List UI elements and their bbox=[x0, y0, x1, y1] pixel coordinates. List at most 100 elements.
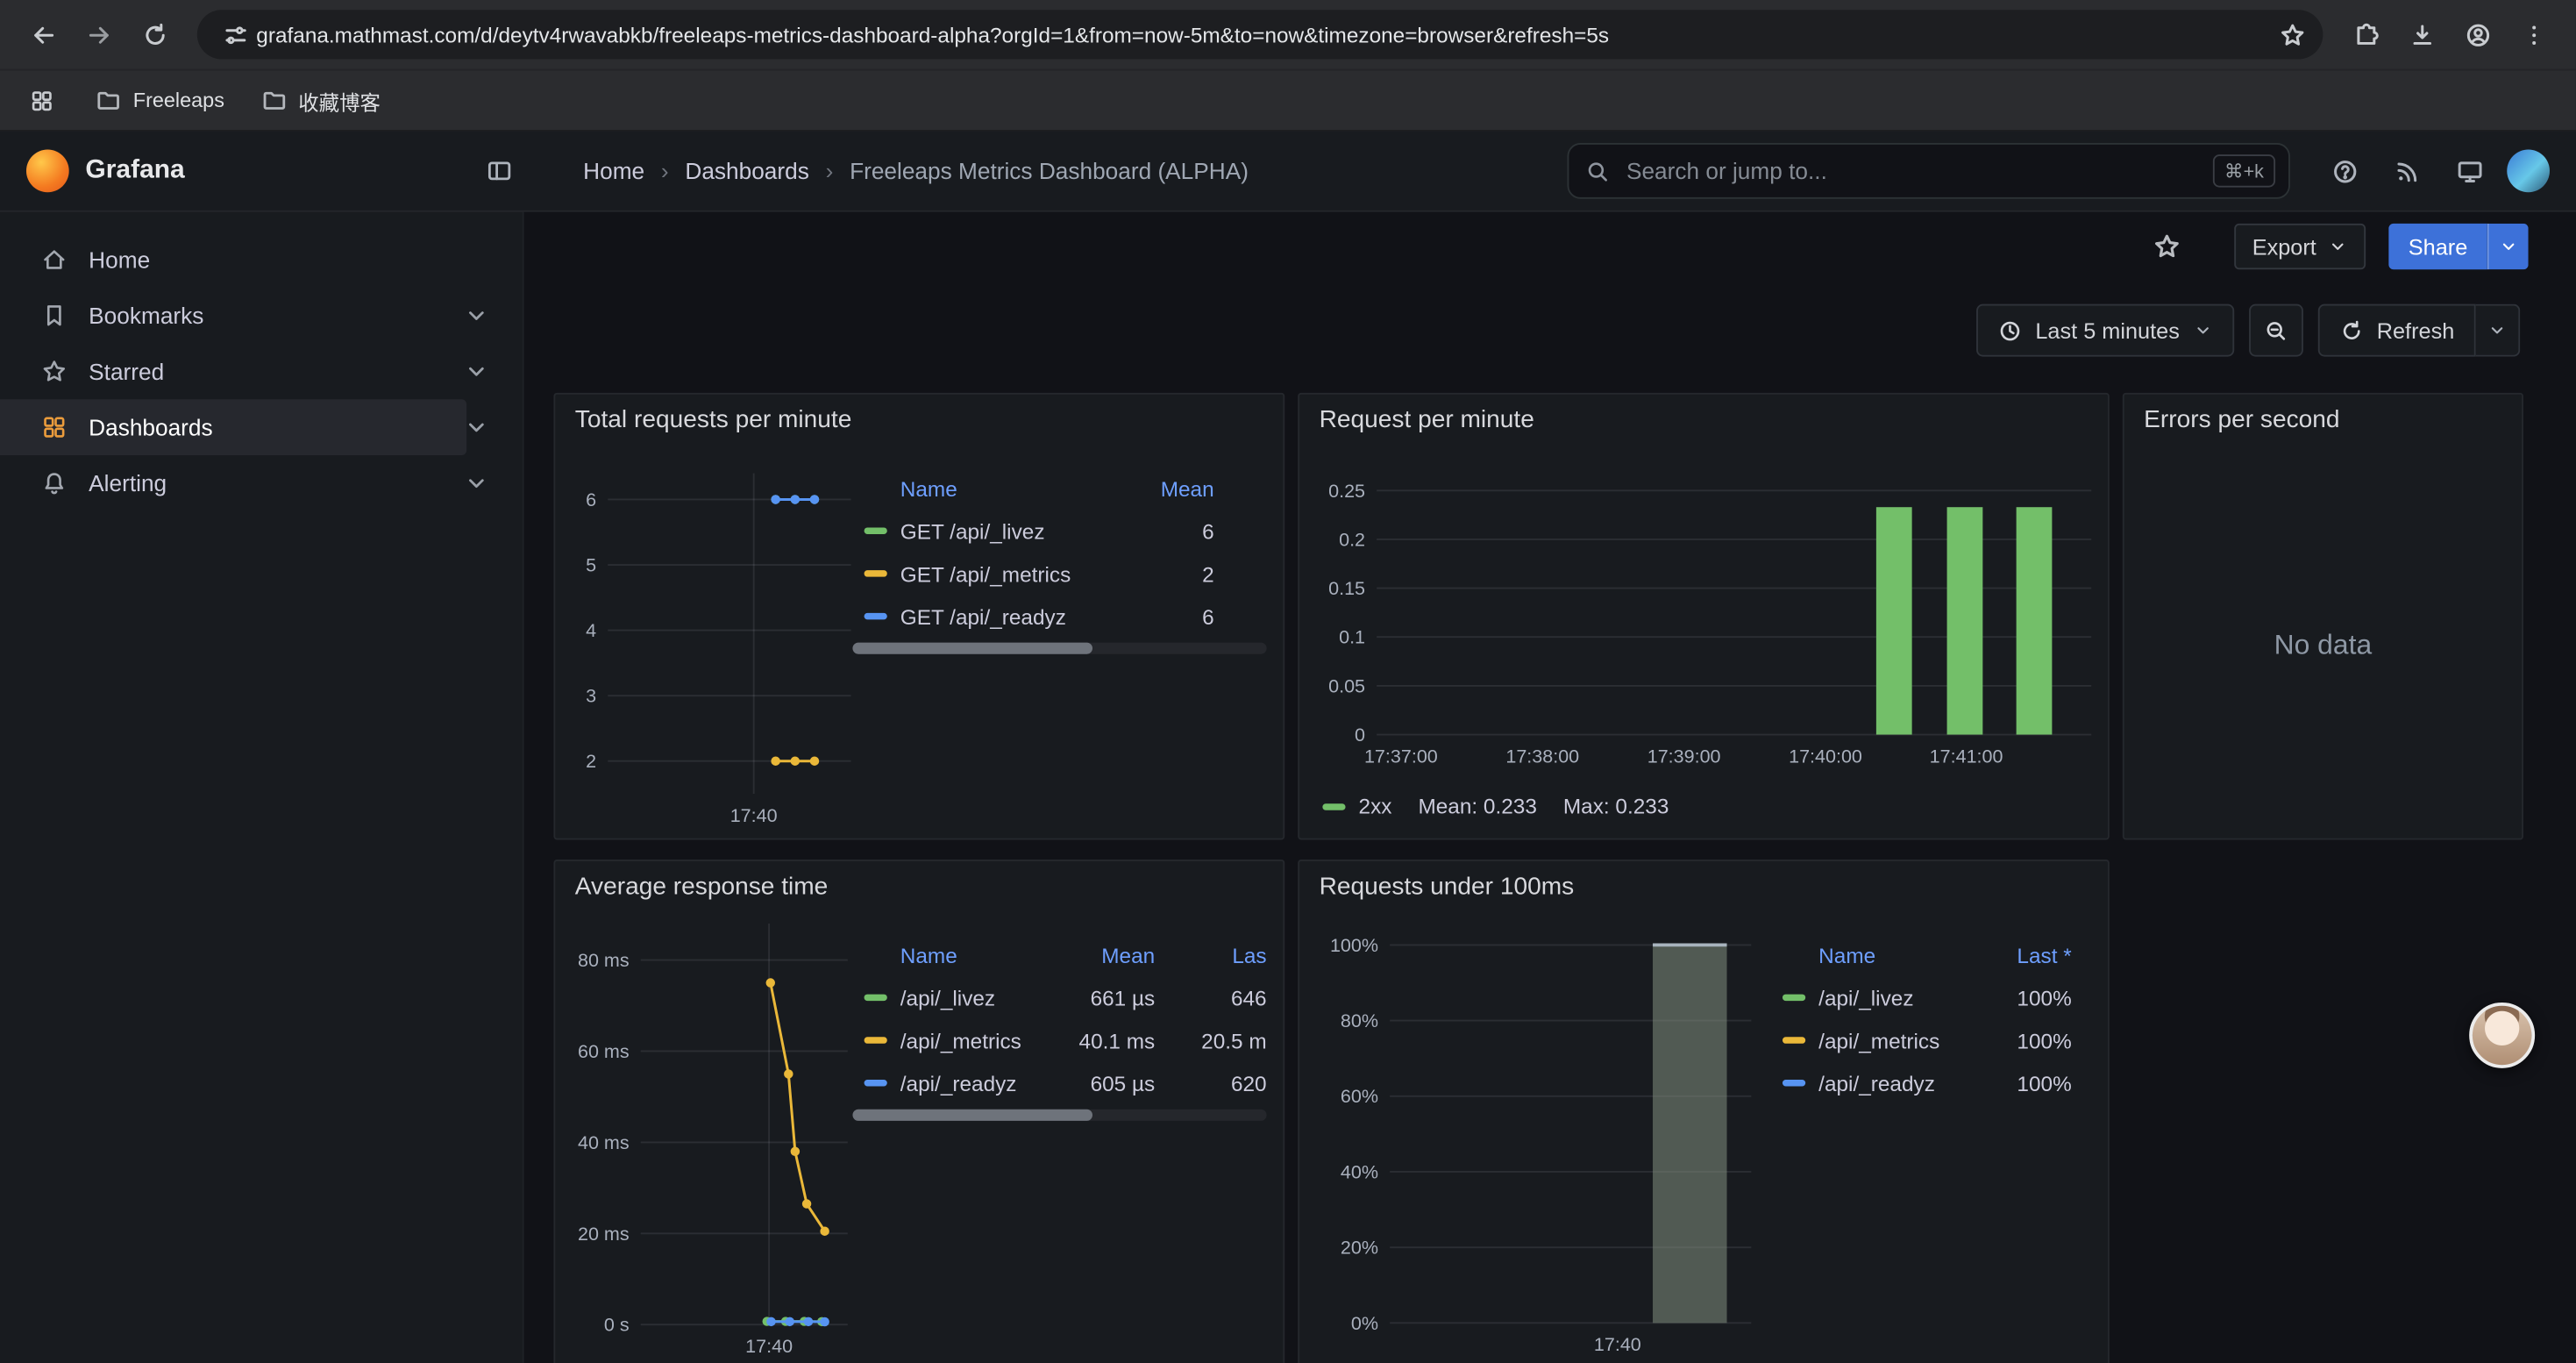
sidebar-item-dashboards[interactable]: Dashboards bbox=[0, 399, 523, 455]
breadcrumb-dashboards[interactable]: Dashboards bbox=[685, 158, 808, 184]
breadcrumb-home[interactable]: Home bbox=[583, 158, 644, 184]
breadcrumb-current: Freeleaps Metrics Dashboard (ALPHA) bbox=[850, 158, 1249, 184]
bookmark-folder-blogs[interactable]: 收藏博客 bbox=[260, 84, 381, 116]
legend-row[interactable]: /api/_livez661 µs646 bbox=[865, 976, 1267, 1019]
search-box[interactable]: ⌘+k bbox=[1568, 143, 2290, 199]
breadcrumb: Home › Dashboards › Freeleaps Metrics Da… bbox=[583, 158, 1249, 184]
series-color-dash bbox=[865, 613, 887, 619]
svg-text:80 ms: 80 ms bbox=[578, 950, 630, 971]
sidebar-item-alerting[interactable]: Alerting bbox=[0, 455, 523, 511]
chevron-down-icon[interactable] bbox=[463, 358, 489, 384]
legend-row[interactable]: /api/_metrics100% bbox=[1783, 1019, 2091, 1062]
legend-scrollbar[interactable] bbox=[852, 1110, 1266, 1121]
share-dropdown[interactable] bbox=[2487, 224, 2529, 269]
site-info-icon[interactable] bbox=[214, 13, 257, 56]
forward-button[interactable] bbox=[72, 8, 125, 61]
svg-text:60%: 60% bbox=[1341, 1086, 1378, 1107]
rss-icon[interactable] bbox=[2382, 146, 2431, 196]
chevron-down-icon bbox=[2193, 320, 2212, 339]
series-color-dash bbox=[865, 570, 887, 576]
legend-header[interactable]: Mean bbox=[1096, 475, 1267, 500]
floating-avatar[interactable] bbox=[2469, 1003, 2535, 1068]
svg-text:17:37:00: 17:37:00 bbox=[1364, 746, 1438, 767]
url-text: grafana.mathmast.com/d/deytv4rwavabkb/fr… bbox=[256, 22, 2270, 46]
svg-text:100%: 100% bbox=[1330, 935, 1378, 956]
svg-text:17:38:00: 17:38:00 bbox=[1505, 746, 1579, 767]
series-color-dash bbox=[865, 1037, 887, 1043]
sidebar-item-bookmarks[interactable]: Bookmarks bbox=[0, 288, 523, 344]
share-button[interactable]: Share bbox=[2388, 224, 2487, 269]
extensions-icon[interactable] bbox=[2339, 8, 2392, 61]
bookmark-folder-freeleaps[interactable]: Freeleaps bbox=[96, 87, 224, 113]
refresh-button[interactable]: Refresh bbox=[2317, 304, 2475, 357]
series-color-dash bbox=[1322, 803, 1345, 809]
bookmark-icon bbox=[41, 303, 68, 329]
svg-text:17:40:00: 17:40:00 bbox=[1789, 746, 1862, 767]
legend-row[interactable]: /api/_readyz605 µs620 bbox=[865, 1061, 1267, 1104]
series-color-dash bbox=[1783, 995, 1805, 1001]
series-name: /api/_metrics bbox=[900, 1028, 1024, 1053]
chevron-down-icon[interactable] bbox=[463, 414, 489, 440]
legend-header[interactable]: Last * bbox=[1993, 943, 2091, 967]
zoom-out-button[interactable] bbox=[2249, 304, 2303, 357]
time-range-picker[interactable]: Last 5 minutes bbox=[1976, 304, 2234, 357]
chevron-down-icon[interactable] bbox=[463, 470, 489, 496]
legend-header-name[interactable]: Name bbox=[865, 943, 1024, 967]
legend-scrollbar[interactable] bbox=[852, 643, 1266, 654]
folder-icon bbox=[96, 87, 122, 113]
series-value: 100% bbox=[1993, 985, 2091, 1010]
panel-request-per-minute: Request per minute 00.050.10.150.20.2517… bbox=[1298, 393, 2110, 840]
grafana-logo[interactable] bbox=[26, 150, 69, 193]
export-button[interactable]: Export bbox=[2234, 224, 2366, 269]
bookmark-star-icon[interactable] bbox=[2270, 13, 2313, 56]
svg-text:0.1: 0.1 bbox=[1339, 627, 1365, 648]
series-color-dash bbox=[865, 1080, 887, 1086]
legend-header-name[interactable]: Name bbox=[865, 475, 1096, 500]
url-bar[interactable]: grafana.mathmast.com/d/deytv4rwavabkb/fr… bbox=[197, 10, 2323, 59]
downloads-icon[interactable] bbox=[2395, 8, 2448, 61]
legend-row[interactable]: /api/_livez100% bbox=[1783, 976, 2091, 1019]
apps-grid-icon[interactable] bbox=[23, 82, 59, 118]
refresh-interval-dropdown[interactable] bbox=[2476, 304, 2521, 357]
legend-row[interactable]: /api/_metrics40.1 ms20.5 m bbox=[865, 1019, 1267, 1062]
sidebar-item-label: Starred bbox=[89, 358, 463, 384]
panel-title[interactable]: Errors per second bbox=[2124, 395, 2522, 434]
reload-button[interactable] bbox=[128, 8, 181, 61]
svg-text:0.2: 0.2 bbox=[1339, 529, 1365, 550]
user-avatar[interactable] bbox=[2507, 150, 2550, 193]
legend-row[interactable]: GET /api/_livez6 bbox=[865, 510, 1267, 553]
sidebar-item-home[interactable]: Home bbox=[0, 232, 523, 288]
chevron-down-icon[interactable] bbox=[463, 303, 489, 329]
search-input[interactable] bbox=[1623, 156, 2200, 186]
back-button[interactable] bbox=[17, 8, 69, 61]
svg-text:17:39:00: 17:39:00 bbox=[1647, 746, 1721, 767]
svg-text:17:40: 17:40 bbox=[1594, 1334, 1641, 1355]
menu-icon[interactable] bbox=[2507, 8, 2559, 61]
svg-text:4: 4 bbox=[586, 620, 596, 641]
legend-row[interactable]: GET /api/_metrics2 bbox=[865, 553, 1267, 596]
sidebar-item-label: Home bbox=[89, 246, 489, 273]
series-name: GET /api/_metrics bbox=[900, 561, 1096, 586]
legend-row[interactable]: GET /api/_readyz6 bbox=[865, 595, 1267, 638]
series-name: /api/_livez bbox=[900, 985, 1024, 1010]
legend-header-name[interactable]: Name bbox=[1783, 943, 1993, 967]
help-icon[interactable] bbox=[2320, 146, 2369, 196]
svg-text:80%: 80% bbox=[1341, 1010, 1378, 1031]
series-value: 2 bbox=[1096, 561, 1267, 586]
legend-row[interactable]: 2xx Mean: 0.233 Max: 0.233 bbox=[1322, 794, 1695, 818]
legend-header[interactable]: Las bbox=[1155, 943, 1266, 967]
series-value: 605 µs bbox=[1023, 1071, 1155, 1095]
monitor-icon[interactable] bbox=[2444, 146, 2494, 196]
legend-header[interactable]: Mean bbox=[1023, 943, 1155, 967]
clock-icon bbox=[1997, 318, 2022, 343]
sidebar-nav: Home Bookmarks Starred DashboardsAlerting bbox=[0, 212, 524, 1363]
sidebar-item-starred[interactable]: Starred bbox=[0, 344, 523, 400]
star-icon bbox=[41, 358, 68, 384]
favorite-star-icon[interactable] bbox=[2152, 232, 2181, 261]
svg-text:20%: 20% bbox=[1341, 1238, 1378, 1259]
profile-icon[interactable] bbox=[2451, 8, 2504, 61]
legend-row[interactable]: /api/_readyz100% bbox=[1783, 1061, 2091, 1104]
dashboard-main: Export Share Last 5 minutes Refresh bbox=[524, 212, 2576, 1363]
breadcrumb-separator: › bbox=[826, 158, 834, 184]
sidebar-toggle-icon[interactable] bbox=[476, 148, 522, 194]
